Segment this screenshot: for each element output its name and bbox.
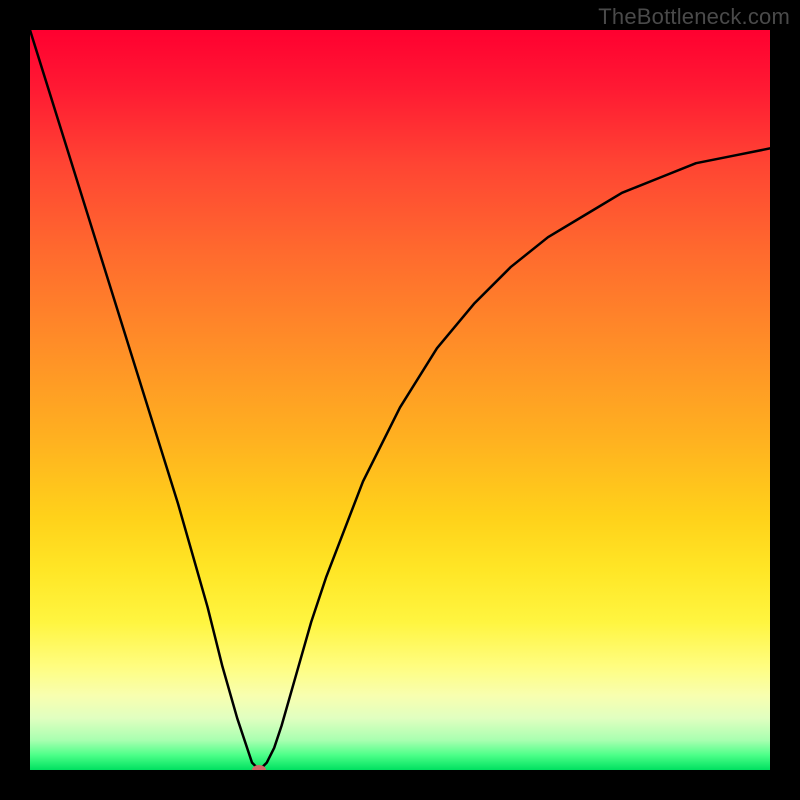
minimum-point-marker: [252, 765, 266, 770]
chart-frame: TheBottleneck.com: [0, 0, 800, 800]
watermark-text: TheBottleneck.com: [598, 4, 790, 30]
plot-area: [30, 30, 770, 770]
bottleneck-curve: [30, 30, 770, 770]
